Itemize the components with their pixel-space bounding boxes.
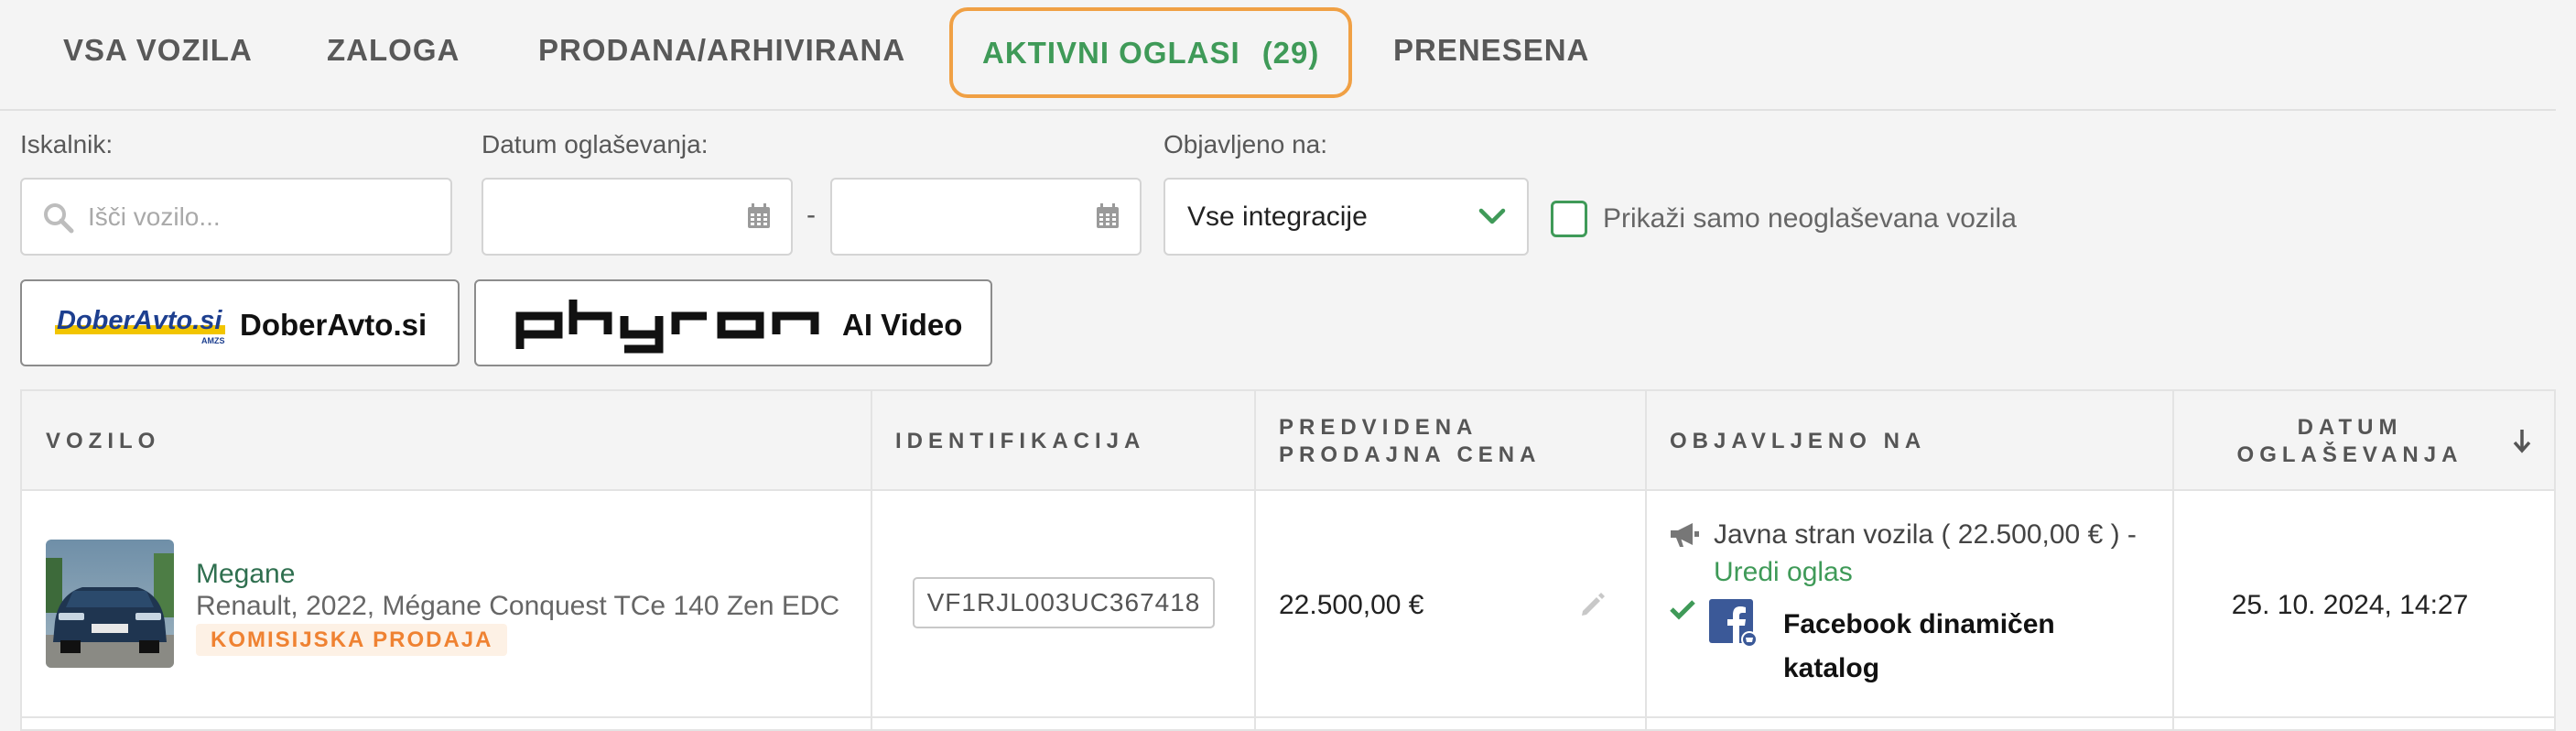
header-published[interactable]: OBJAVLJENO NA <box>1670 428 1926 455</box>
tab-bar: VSA VOZILA ZALOGA PRODANA/ARHIVIRANA AKT… <box>0 0 2556 111</box>
date-to-field[interactable] <box>830 178 1142 256</box>
date-label: Datum oglaševanja: <box>482 130 709 158</box>
status-badge: KOMISIJSKA PRODAJA <box>196 624 508 656</box>
only-unpublished-label[interactable]: Prikaži samo neoglaševana vozila <box>1603 203 2017 235</box>
column-divider <box>1645 391 1647 731</box>
header-vehicle[interactable]: VOZILO <box>46 428 160 455</box>
phyron-logo <box>515 300 819 354</box>
tab-stock[interactable]: ZALOGA <box>327 33 460 68</box>
calendar-icon[interactable] <box>747 203 771 229</box>
tab-sold-archived[interactable]: PRODANA/ARHIVIRANA <box>538 33 905 68</box>
check-icon <box>1670 600 1695 620</box>
column-divider <box>1254 391 1256 731</box>
ad-date: 25. 10. 2024, 14:27 <box>2231 590 2469 620</box>
vehicle-thumbnail[interactable] <box>46 540 174 668</box>
vehicle-description: Renault, 2022, Mégane Conquest TCe 140 Z… <box>196 591 840 621</box>
public-page-text: Javna stran vozila ( 22.500,00 € ) - <box>1714 519 2137 550</box>
search-label: Iskalnik: <box>20 130 114 158</box>
date-from-field[interactable] <box>482 178 793 256</box>
svg-text:AMZS: AMZS <box>201 336 225 345</box>
header-price-line1: PREDVIDENA <box>1279 415 1478 440</box>
search-input[interactable] <box>88 180 436 254</box>
published-select[interactable]: Vse integracije <box>1164 178 1529 256</box>
only-unpublished-checkbox[interactable] <box>1551 201 1587 237</box>
facebook-catalog-label: Facebook dinamičen katalog <box>1783 609 2055 683</box>
doberavto-button[interactable]: DoberAvto.si AMZS DoberAvto.si <box>20 279 460 366</box>
app-root: VSA VOZILA ZALOGA PRODANA/ARHIVIRANA AKT… <box>0 0 2576 731</box>
row-divider <box>22 716 2554 718</box>
header-identification[interactable]: IDENTIFIKACIJA <box>895 428 1145 455</box>
date-separator: - <box>806 200 816 230</box>
search-icon <box>44 203 74 234</box>
vin-field[interactable]: VF1RJL003UC367418 <box>913 577 1215 628</box>
column-divider <box>871 391 872 731</box>
header-price[interactable]: PREDVIDENA PRODAJNA CENA <box>1279 414 1541 469</box>
search-field <box>20 178 452 256</box>
doberavto-label: DoberAvto.si <box>240 308 428 342</box>
table-header: VOZILO IDENTIFIKACIJA PREDVIDENA PRODAJN… <box>22 391 2554 491</box>
megaphone-icon <box>1671 523 1699 547</box>
doberavto-logo: DoberAvto.si AMZS <box>55 306 225 345</box>
ai-video-button[interactable]: AI Video <box>474 279 992 366</box>
tab-transferred[interactable]: PRENESENA <box>1393 33 1589 68</box>
chevron-down-icon <box>1478 208 1506 224</box>
calendar-icon[interactable] <box>1096 203 1120 229</box>
header-price-line2: PRODAJNA CENA <box>1279 442 1542 467</box>
header-date[interactable]: DATUM OGLAŠEVANJA <box>2146 414 2554 469</box>
tab-active-ads[interactable]: AKTIVNI OGLASI (29) <box>949 7 1353 98</box>
sort-arrow-down-icon[interactable] <box>2512 428 2532 453</box>
ai-video-label: AI Video <box>842 308 963 342</box>
column-divider <box>2172 391 2174 731</box>
edit-ad-link[interactable]: Uredi oglas <box>1714 557 1853 588</box>
price-value: 22.500,00 € <box>1279 590 1424 620</box>
published-select-value: Vse integracije <box>1187 202 1368 232</box>
vehicle-model-link[interactable]: Megane <box>196 559 295 590</box>
pencil-icon[interactable] <box>1579 591 1607 618</box>
svg-text:DoberAvto.si: DoberAvto.si <box>57 306 222 335</box>
header-date-line1: DATUM <box>2297 415 2403 440</box>
vehicles-table: VOZILO IDENTIFIKACIJA PREDVIDENA PRODAJN… <box>20 389 2556 731</box>
tab-active-ads-count: (29) <box>1261 35 1320 70</box>
tab-active-ads-label: AKTIVNI OGLASI <box>982 35 1240 70</box>
facebook-icon <box>1709 599 1757 647</box>
published-label: Objavljeno na: <box>1164 130 1328 158</box>
header-date-line2: OGLAŠEVANJA <box>2236 442 2463 467</box>
tab-all-vehicles[interactable]: VSA VOZILA <box>63 33 253 68</box>
